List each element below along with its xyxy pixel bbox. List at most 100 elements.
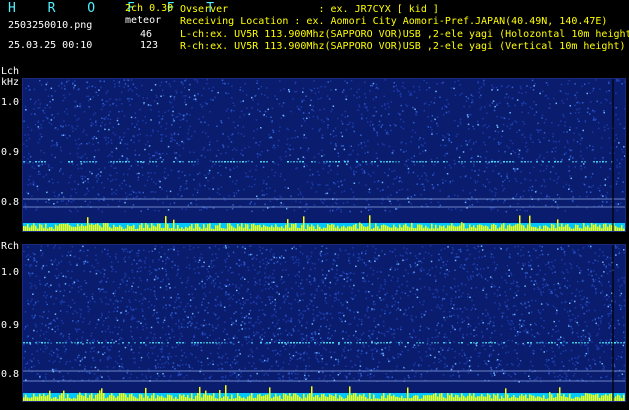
noise-speck <box>532 349 534 352</box>
noise-speck <box>441 299 444 301</box>
noise-speck <box>490 286 493 288</box>
noise-speck <box>509 256 511 259</box>
noise-speck <box>391 333 393 336</box>
noise-speck <box>482 335 484 337</box>
noise-speck <box>560 90 562 93</box>
noise-speck <box>470 94 473 96</box>
noise-speck <box>367 173 370 176</box>
noise-speck <box>445 144 447 147</box>
noise-speck <box>111 193 113 195</box>
noise-speck <box>540 317 542 320</box>
noise-speck <box>421 359 423 361</box>
noise-speck <box>23 120 25 122</box>
noise-speck <box>178 325 180 327</box>
carrier-signal <box>302 161 304 163</box>
level-bar <box>331 223 333 231</box>
noise-speck <box>115 340 117 343</box>
noise-speck <box>279 354 281 356</box>
noise-speck <box>24 326 27 328</box>
noise-speck <box>484 106 486 108</box>
noise-speck <box>475 286 478 289</box>
noise-speck <box>319 252 321 255</box>
noise-speck <box>247 317 250 319</box>
noise-speck <box>482 125 485 127</box>
noise-speck <box>344 375 347 377</box>
noise-speck <box>540 303 543 305</box>
noise-speck <box>317 87 319 89</box>
noise-speck <box>540 348 543 351</box>
noise-speck <box>516 352 518 355</box>
noise-speck <box>530 195 532 198</box>
noise-speck <box>332 135 335 138</box>
level-bar <box>135 229 137 231</box>
noise-speck <box>576 91 578 94</box>
noise-speck <box>233 195 236 197</box>
noise-speck <box>89 321 91 323</box>
noise-speck <box>54 320 56 322</box>
noise-speck <box>597 332 599 335</box>
noise-speck <box>251 351 254 353</box>
noise-speck <box>136 270 139 273</box>
noise-speck <box>280 173 282 175</box>
noise-speck <box>600 275 603 277</box>
noise-speck <box>181 171 183 173</box>
noise-speck <box>39 103 41 105</box>
noise-speck <box>447 246 449 248</box>
carrier-signal <box>263 161 265 163</box>
noise-speck <box>66 113 69 115</box>
noise-speck <box>174 286 176 289</box>
noise-speck <box>267 176 270 178</box>
noise-speck <box>108 349 110 352</box>
noise-speck <box>114 289 117 292</box>
noise-speck <box>63 120 65 122</box>
noise-speck <box>121 329 123 331</box>
noise-speck <box>107 249 109 252</box>
noise-speck <box>522 120 524 123</box>
noise-speck <box>429 344 432 346</box>
noise-speck <box>574 83 576 85</box>
noise-speck <box>615 254 617 256</box>
level-bar <box>105 223 107 231</box>
noise-speck <box>356 97 358 99</box>
noise-speck <box>473 128 475 130</box>
noise-speck <box>259 278 261 281</box>
noise-speck <box>481 319 483 322</box>
noise-speck <box>471 204 474 206</box>
noise-speck <box>187 302 189 305</box>
noise-speck <box>224 361 227 364</box>
noise-speck <box>380 352 383 355</box>
noise-speck <box>25 363 27 365</box>
noise-speck <box>297 264 300 267</box>
noise-speck <box>115 99 118 101</box>
noise-speck <box>374 347 376 350</box>
noise-speck <box>294 275 297 277</box>
noise-speck <box>543 132 546 134</box>
noise-speck <box>222 355 224 357</box>
noise-speck <box>618 79 621 81</box>
noise-speck <box>266 96 269 99</box>
noise-speck <box>445 152 447 155</box>
level-bar <box>573 228 575 231</box>
noise-speck <box>69 176 71 179</box>
noise-speck <box>399 94 402 96</box>
noise-speck <box>229 176 231 178</box>
noise-speck <box>218 316 220 319</box>
noise-speck <box>493 372 495 374</box>
noise-speck <box>52 368 54 371</box>
noise-speck <box>278 130 281 132</box>
noise-speck <box>458 375 461 377</box>
noise-speck <box>592 145 594 148</box>
noise-speck <box>622 181 624 183</box>
noise-speck <box>96 340 99 342</box>
noise-speck <box>624 80 625 83</box>
noise-speck <box>572 375 575 377</box>
noise-speck <box>522 102 525 104</box>
noise-speck <box>370 84 372 87</box>
noise-speck <box>530 134 532 136</box>
noise-speck <box>444 180 447 182</box>
noise-speck <box>215 299 217 301</box>
noise-speck <box>228 293 230 296</box>
noise-speck <box>328 165 330 167</box>
noise-speck <box>261 252 263 255</box>
noise-speck <box>340 180 342 183</box>
